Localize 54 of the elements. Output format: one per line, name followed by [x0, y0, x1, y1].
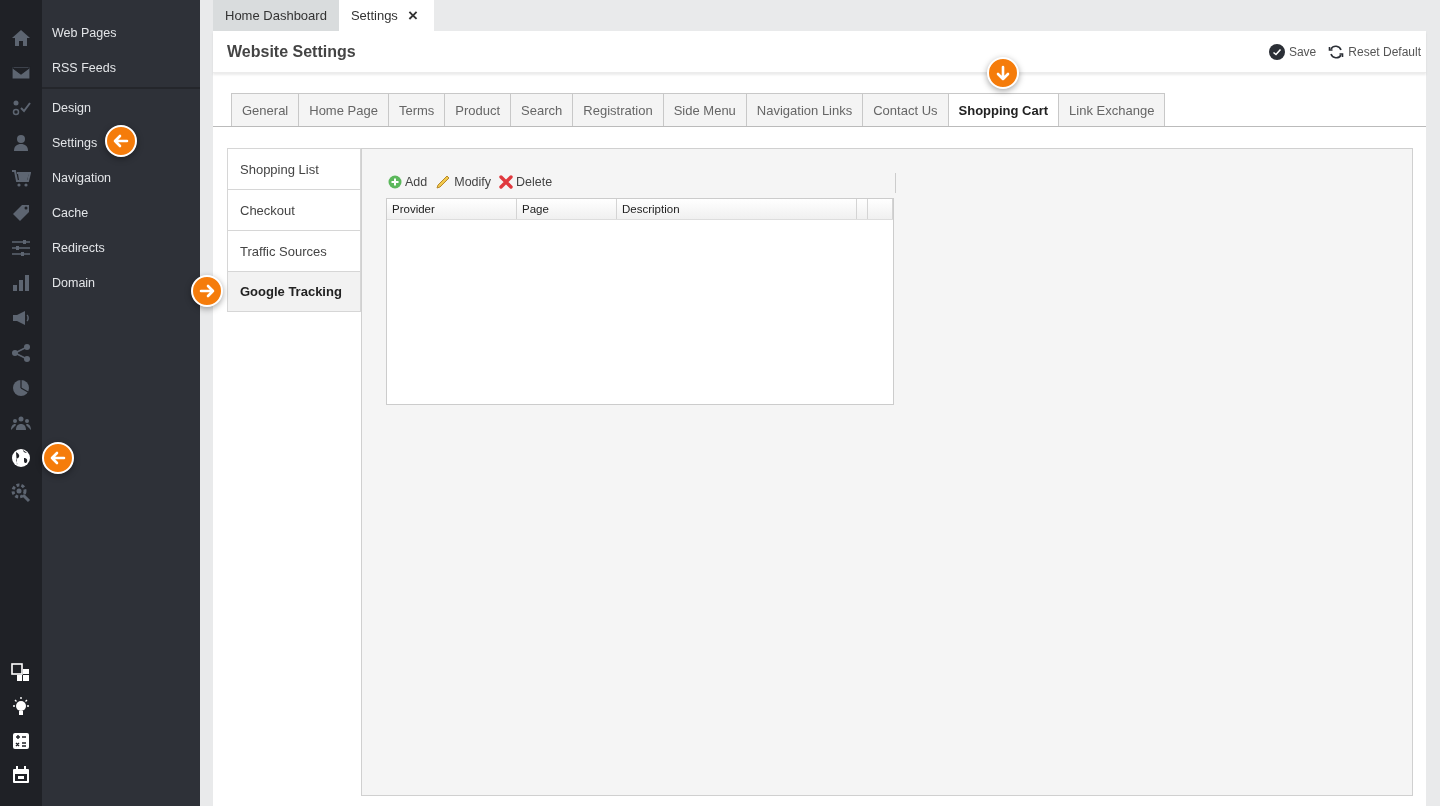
subsection-tab[interactable]: Shopping List [227, 148, 361, 189]
section-tab[interactable]: Navigation Links [745, 93, 863, 126]
menu-item[interactable]: Redirects [52, 240, 105, 255]
section-tab[interactable]: Shopping Cart [947, 93, 1059, 126]
section-tab[interactable]: General [231, 93, 299, 126]
delete-icon [499, 175, 514, 189]
bulb-icon[interactable] [11, 697, 31, 717]
subsection-tab[interactable]: Checkout [227, 189, 361, 230]
pencil-icon [435, 174, 452, 190]
gear-search-icon[interactable] [11, 482, 31, 503]
section-tab[interactable]: Terms [387, 93, 445, 126]
menu-item[interactable]: Settings [52, 135, 98, 150]
menu-item[interactable]: Navigation [52, 170, 112, 185]
document-tab[interactable]: Settings × [338, 0, 434, 31]
add-button[interactable]: Add [388, 173, 428, 191]
reset-button[interactable]: Reset Default [1328, 43, 1421, 60]
subsection-tab[interactable]: Google Tracking [227, 271, 361, 312]
bar-chart-icon[interactable] [11, 272, 31, 293]
calculator-icon[interactable] [11, 731, 31, 751]
save-button[interactable]: Save [1268, 43, 1317, 60]
document-tab[interactable]: Home Dashboard [213, 0, 339, 31]
delete-button[interactable]: Delete [499, 173, 553, 191]
column-header[interactable]: Provider [387, 199, 517, 219]
section-tab[interactable]: Link Exchange [1058, 93, 1166, 126]
menu-item[interactable]: Design [52, 100, 91, 115]
calendar-icon[interactable] [11, 765, 31, 785]
subsection-tab[interactable]: Traffic Sources [227, 230, 361, 271]
section-tab[interactable]: Side Menu [662, 93, 746, 126]
cart-icon[interactable] [11, 167, 31, 188]
close-icon[interactable]: × [407, 5, 418, 26]
section-tab[interactable]: Search [510, 93, 573, 126]
section-tab[interactable]: Registration [572, 93, 663, 126]
globe-icon[interactable] [11, 447, 31, 468]
column-header[interactable]: Page [517, 199, 617, 219]
page-title: Website Settings [227, 42, 356, 61]
sliders-icon[interactable] [11, 237, 31, 258]
menu-item[interactable]: Domain [52, 275, 96, 290]
section-tab[interactable]: Contact Us [862, 93, 948, 126]
menu-item[interactable]: Cache [52, 205, 89, 220]
menu-item[interactable]: Web Pages [52, 25, 117, 40]
check-circle-icon [1268, 43, 1285, 60]
menu-item[interactable]: RSS Feeds [52, 60, 116, 75]
column-header[interactable]: Description [617, 199, 857, 219]
section-tab[interactable]: Product [444, 93, 511, 126]
share-icon[interactable] [11, 342, 31, 363]
section-tab[interactable]: Home Page [298, 93, 388, 126]
modify-button[interactable]: Modify [435, 173, 492, 191]
plus-circle-icon [388, 175, 402, 189]
squares-icon[interactable] [11, 663, 31, 683]
user-icon[interactable] [11, 132, 31, 153]
pie-chart-icon[interactable] [11, 377, 31, 398]
refresh-icon [1328, 43, 1345, 60]
home-icon[interactable] [11, 27, 31, 48]
tag-icon[interactable] [11, 202, 31, 223]
